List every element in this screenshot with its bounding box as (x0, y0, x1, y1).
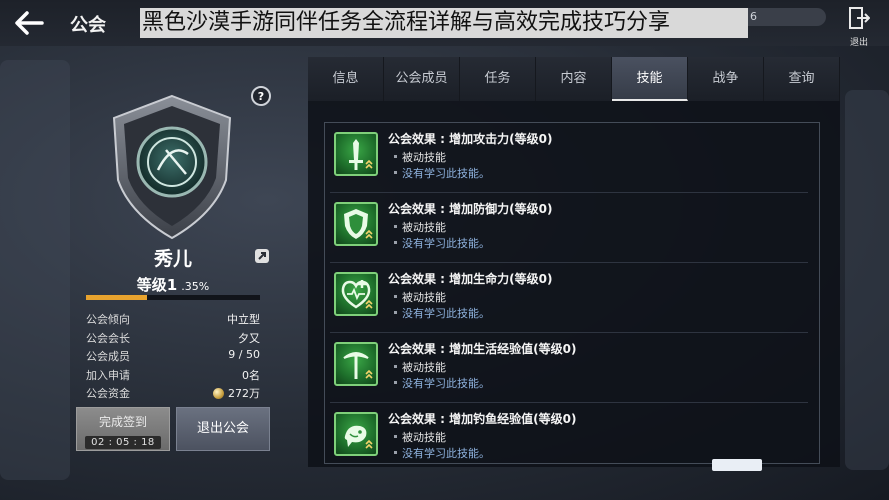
funds-value: 272万 (228, 387, 260, 400)
skill-item-health[interactable]: 公会效果 : 增加生命力(等级0) 被动技能 没有学习此技能。 (334, 272, 804, 334)
share-button[interactable] (253, 247, 271, 265)
info-label: 公会倾向 (86, 313, 130, 326)
tab-members[interactable]: 公会成员 (384, 57, 460, 101)
page-title: 公会 (70, 15, 106, 36)
heart-glyph (341, 280, 373, 309)
skill-title: 公会效果 : 增加钓鱼经验值(等级0) (388, 412, 577, 426)
bullet (394, 241, 397, 244)
guild-emblem-shield-icon (112, 94, 232, 240)
heart-plus-icon (334, 272, 378, 316)
skill-item-defense[interactable]: 公会效果 : 增加防御力(等级0) 被动技能 没有学习此技能。 (334, 202, 804, 264)
info-row-applications: 加入申请 0名 (86, 365, 260, 384)
skill-title: 公会效果 : 增加攻击力(等级0) (388, 132, 553, 146)
bullet (394, 171, 397, 174)
info-value: 中立型 (227, 313, 260, 326)
fish-icon (334, 412, 378, 456)
level-progress-bar (86, 295, 260, 300)
share-icon (255, 249, 269, 263)
divider (330, 192, 808, 193)
skill-item-life-exp[interactable]: 公会效果 : 增加生活经验值(等级0) 被动技能 没有学习此技能。 (334, 342, 804, 404)
bullet (394, 435, 397, 438)
bullet (394, 155, 397, 158)
exit-door-icon (849, 7, 871, 29)
skill-title: 公会效果 : 增加防御力(等级0) (388, 202, 553, 216)
tab-bar: 信息 公会成员 任务 内容 技能 战争 查询 (308, 57, 840, 101)
overlay-banner-text: 黑色沙漠手游同伴任务全流程详解与高效完成技巧分享 (140, 8, 748, 38)
level-progress-fill (86, 295, 147, 300)
exit-label: 退出 (849, 38, 868, 48)
skill-status: 没有学习此技能。 (402, 377, 490, 390)
info-value: 9 / 50 (228, 348, 260, 361)
info-label: 公会资金 (86, 387, 130, 400)
level-percent: .35% (181, 280, 210, 293)
shield-glyph (344, 209, 373, 239)
guild-info-list: 公会倾向 中立型 公会会长 夕又 公会成员 9 / 50 加入申请 0名 公会资… (86, 309, 260, 402)
tab-content[interactable]: 内容 (536, 57, 612, 101)
skill-title: 公会效果 : 增加生活经验值(等级0) (388, 342, 577, 356)
coin-icon (213, 388, 224, 399)
skill-status: 没有学习此技能。 (402, 167, 490, 180)
info-value: 夕又 (238, 331, 260, 345)
divider (330, 262, 808, 263)
arrow-left-icon (15, 11, 44, 35)
info-row-tendency: 公会倾向 中立型 (86, 309, 260, 328)
info-label: 公会会长 (86, 331, 130, 345)
help-button[interactable]: ? (251, 86, 271, 106)
question-icon: ? (258, 90, 264, 103)
skill-status: 没有学习此技能。 (402, 307, 490, 320)
top-bar: 公会 6 黑色沙漠手游同伴任务全流程详解与高效完成技巧分享 退出 (0, 0, 889, 48)
info-row-funds: 公会资金 272万 (86, 383, 260, 402)
checkin-timer: 02 : 05 : 18 (85, 436, 161, 449)
shield-icon (334, 202, 378, 246)
exit-button[interactable]: 退出 (846, 6, 872, 48)
skill-type: 被动技能 (402, 221, 446, 234)
info-label: 加入申请 (86, 368, 130, 382)
pickaxe-icon (334, 342, 378, 386)
divider (330, 332, 808, 333)
watermark-logo (712, 459, 762, 471)
skill-item-attack[interactable]: 公会效果 : 增加攻击力(等级0) 被动技能 没有学习此技能。 (334, 132, 804, 194)
resource-counter-value: 6 (750, 10, 757, 23)
info-label: 公会成员 (86, 350, 130, 363)
info-value: 0名 (242, 368, 260, 382)
background-wall (0, 60, 70, 480)
divider (330, 402, 808, 403)
sword-icon (334, 132, 378, 176)
sword-glyph (349, 139, 373, 170)
leave-guild-button[interactable]: 退出公会 (176, 407, 270, 451)
level-label: 等级1 (136, 276, 178, 294)
bullet (394, 295, 397, 298)
fish-glyph (344, 425, 373, 449)
tab-search[interactable]: 查询 (764, 57, 840, 101)
skill-type: 被动技能 (402, 151, 446, 164)
skill-status: 没有学习此技能。 (402, 237, 490, 250)
tab-quests[interactable]: 任务 (460, 57, 536, 101)
bullet (394, 365, 397, 368)
checkin-button[interactable]: 完成签到 02 : 05 : 18 (76, 407, 170, 451)
bullet (394, 381, 397, 384)
back-button[interactable] (12, 8, 46, 38)
pickaxe-glyph (343, 352, 373, 379)
background-wall-right (845, 90, 889, 470)
skill-type: 被动技能 (402, 431, 446, 444)
checkin-label: 完成签到 (98, 415, 147, 429)
bullet (394, 225, 397, 228)
svg-text:?: ? (258, 90, 264, 103)
bullet (394, 311, 397, 314)
skill-type: 被动技能 (402, 361, 446, 374)
skill-title: 公会效果 : 增加生命力(等级0) (388, 272, 553, 286)
guild-name: 秀儿 (153, 248, 192, 270)
tab-info[interactable]: 信息 (308, 57, 384, 101)
tab-war[interactable]: 战争 (688, 57, 764, 101)
skill-status: 没有学习此技能。 (402, 447, 490, 460)
skill-type: 被动技能 (402, 291, 446, 304)
info-value-funds: 272万 (213, 385, 260, 401)
guild-level: 等级1.35% (100, 274, 246, 295)
info-row-leader: 公会会长 夕又 (86, 328, 260, 347)
info-row-members: 公会成员 9 / 50 (86, 346, 260, 365)
bullet (394, 451, 397, 454)
tab-skills[interactable]: 技能 (612, 57, 688, 101)
